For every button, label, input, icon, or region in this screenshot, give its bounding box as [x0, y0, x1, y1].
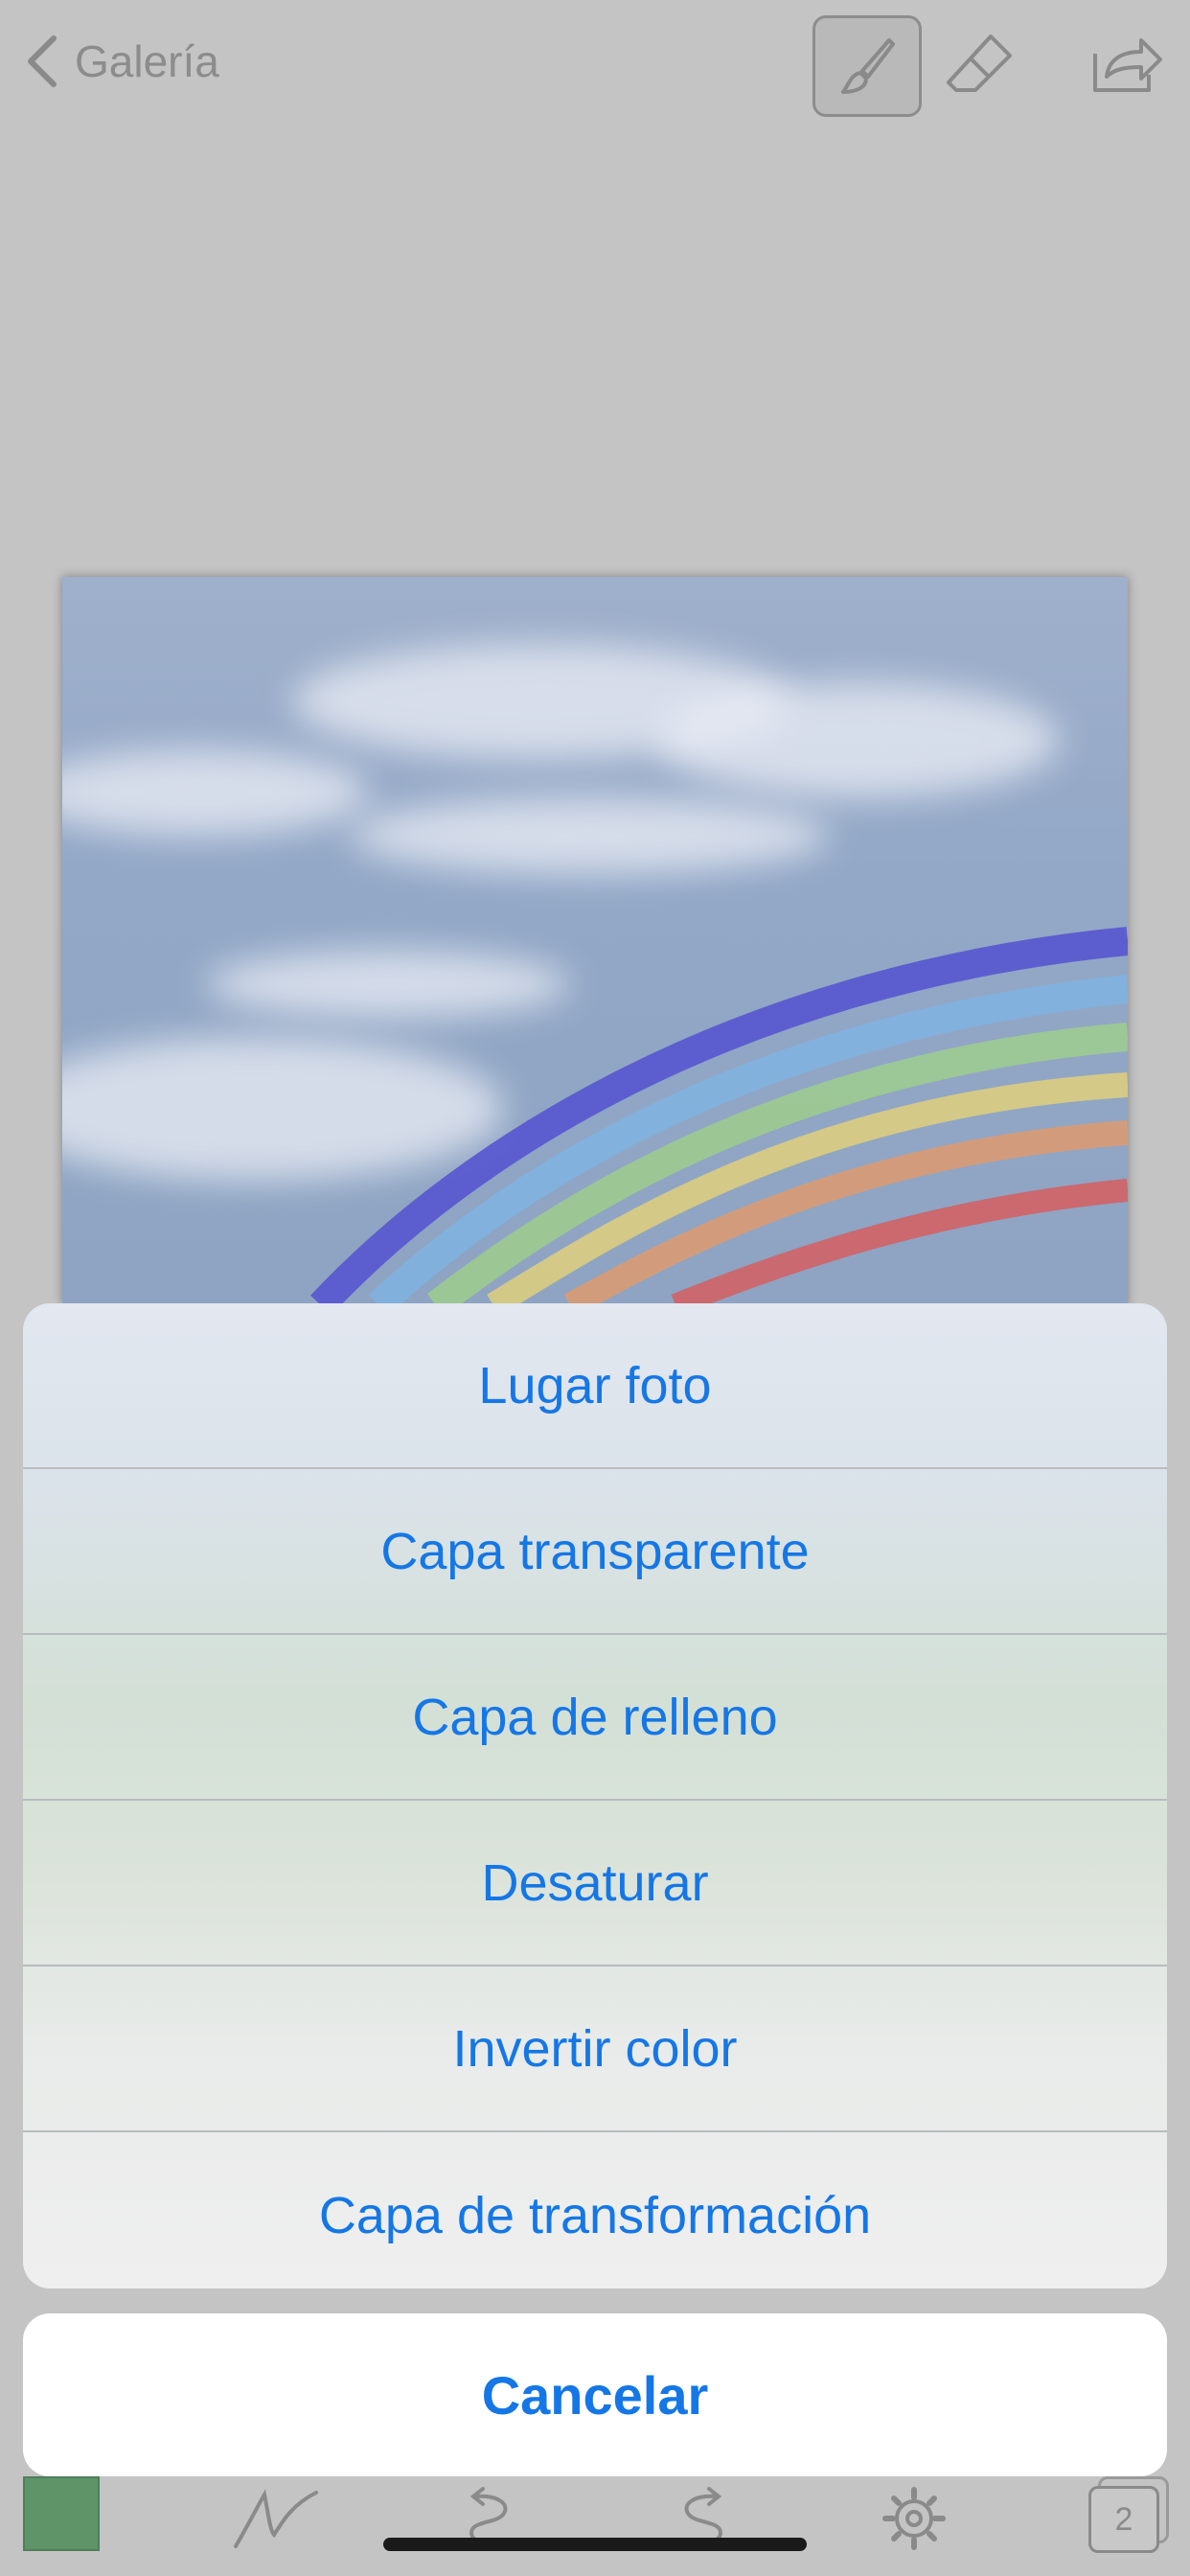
share-icon	[1093, 38, 1162, 92]
chevron-left-icon	[28, 35, 57, 87]
action-fill-layer[interactable]: Capa de relleno	[23, 1635, 1167, 1801]
back-button[interactable]: Galería	[21, 33, 219, 90]
drawing-canvas[interactable]	[62, 577, 1128, 1305]
brush-settings-button[interactable]	[228, 2478, 324, 2559]
action-sheet: Lugar foto Capa transparente Capa de rel…	[23, 1303, 1167, 2288]
settings-icon	[882, 2487, 946, 2550]
brush-tool-button[interactable]	[812, 15, 922, 117]
action-transparent-layer[interactable]: Capa transparente	[23, 1469, 1167, 1635]
color-swatch-button[interactable]	[23, 2476, 100, 2551]
action-transform-layer[interactable]: Capa de transformación	[23, 2132, 1167, 2288]
eraser-icon	[947, 34, 1012, 92]
top-toolbar: Galería	[0, 0, 1190, 125]
action-invert-color[interactable]: Invertir color	[23, 1966, 1167, 2132]
layers-button[interactable]: 2	[1088, 2486, 1159, 2553]
cancel-button[interactable]: Cancelar	[23, 2313, 1167, 2476]
action-desaturate[interactable]: Desaturar	[23, 1801, 1167, 1966]
layers-count: 2	[1114, 2500, 1133, 2538]
back-label: Galería	[75, 36, 219, 86]
brush-icon	[841, 38, 895, 94]
eraser-tool-button[interactable]	[931, 19, 1027, 111]
action-place-photo[interactable]: Lugar foto	[23, 1303, 1167, 1469]
brush-stroke-icon	[234, 2489, 318, 2548]
rainbow-drawing	[310, 927, 1128, 1305]
settings-button[interactable]	[866, 2478, 962, 2559]
share-button[interactable]	[1083, 21, 1169, 107]
home-indicator	[383, 2538, 807, 2551]
